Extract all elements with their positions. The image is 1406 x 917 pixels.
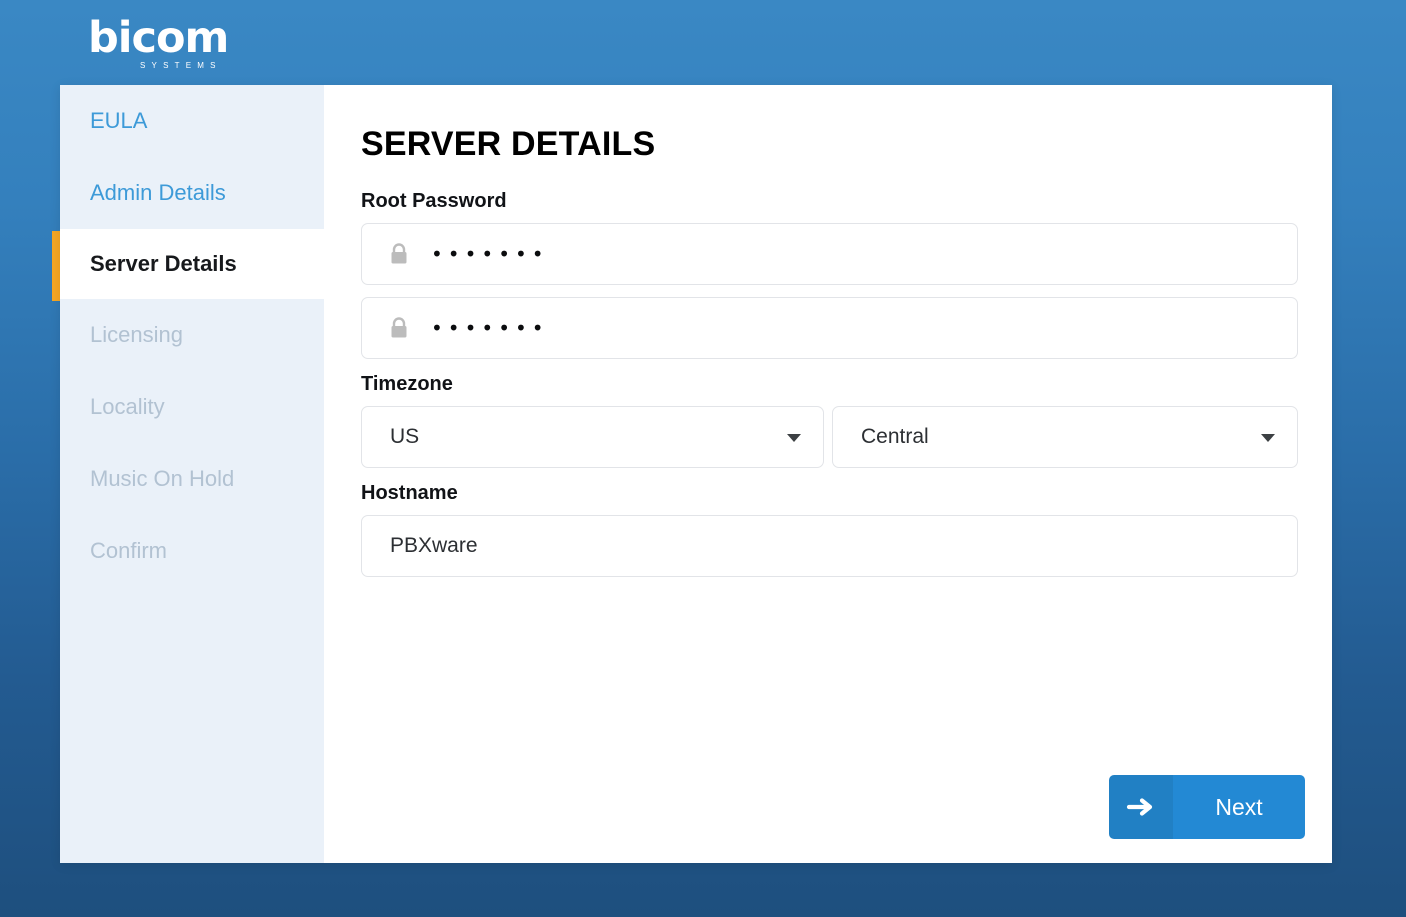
wizard-steps-sidebar: EULA Admin Details Server Details Licens… (60, 85, 324, 863)
server-details-form: SERVER DETAILS Root Password ••••••• •••… (324, 85, 1335, 863)
next-button[interactable]: Next (1109, 775, 1305, 839)
timezone-zone-select[interactable]: Central (832, 406, 1298, 468)
timezone-label: Timezone (361, 373, 453, 395)
root-password-input[interactable]: ••••••• (361, 223, 1298, 285)
timezone-zone-value: Central (861, 425, 929, 448)
hostname-label: Hostname (361, 482, 458, 504)
page-title: SERVER DETAILS (361, 125, 656, 163)
hostname-input[interactable]: PBXware (361, 515, 1298, 577)
sidebar-item-server-details[interactable]: Server Details (60, 229, 324, 299)
timezone-row: US Central (361, 406, 1298, 468)
timezone-region-select[interactable]: US (361, 406, 824, 468)
sidebar-item-eula[interactable]: EULA (60, 85, 324, 157)
sidebar-item-locality: Locality (60, 371, 324, 443)
sidebar-item-label: Confirm (90, 538, 168, 563)
brand-name: bicom (88, 13, 229, 63)
sidebar-item-music-on-hold: Music On Hold (60, 443, 324, 515)
sidebar-item-confirm: Confirm (60, 515, 324, 587)
chevron-down-icon (1261, 434, 1275, 442)
next-button-label: Next (1173, 775, 1305, 839)
timezone-region-value: US (390, 425, 420, 448)
sidebar-item-label: Locality (90, 394, 165, 419)
root-password-confirm-value: ••••••• (431, 316, 549, 340)
brand-logo: bicom SYSTEMS (88, 16, 288, 74)
brand-tagline: SYSTEMS (140, 61, 222, 70)
sidebar-item-label: Server Details (90, 251, 237, 276)
sidebar-item-label: Licensing (90, 322, 183, 347)
root-password-label: Root Password (361, 190, 507, 212)
chevron-down-icon (787, 434, 801, 442)
hostname-value: PBXware (390, 534, 478, 557)
root-password-value: ••••••• (431, 242, 549, 266)
lock-icon (390, 243, 408, 265)
sidebar-item-label: EULA (90, 108, 148, 133)
sidebar-item-admin-details[interactable]: Admin Details (60, 157, 324, 229)
sidebar-item-label: Music On Hold (90, 466, 235, 491)
lock-icon (390, 317, 408, 339)
wizard-card: EULA Admin Details Server Details Licens… (60, 85, 1332, 863)
arrow-right-icon (1109, 775, 1173, 839)
root-password-confirm-input[interactable]: ••••••• (361, 297, 1298, 359)
sidebar-item-licensing: Licensing (60, 299, 324, 371)
sidebar-item-label: Admin Details (90, 180, 226, 205)
